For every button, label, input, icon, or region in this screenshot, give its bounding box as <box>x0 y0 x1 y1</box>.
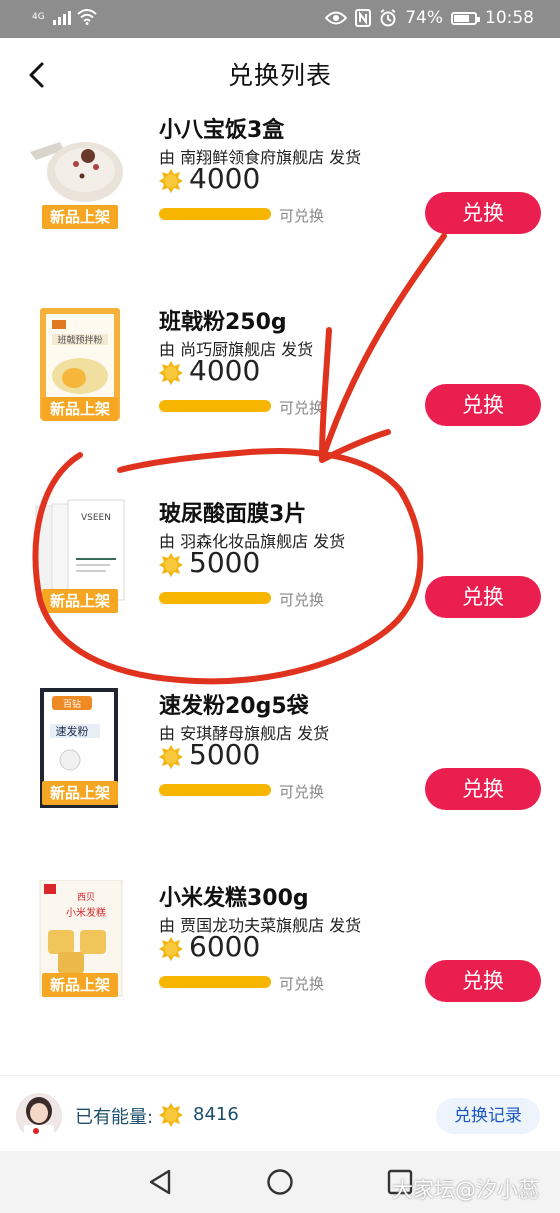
availability-status: 可兑换 <box>279 591 325 609</box>
energy-coin-icon <box>159 937 183 961</box>
eye-icon <box>325 11 348 25</box>
price: 6000 <box>189 930 261 963</box>
wifi-icon <box>77 9 97 25</box>
new-arrival-badge: 新品上架 <box>42 397 118 421</box>
product-name[interactable]: 小米发糕300g <box>159 880 309 912</box>
battery-icon <box>451 11 480 25</box>
product-name[interactable]: 速发粉20g5袋 <box>159 688 309 720</box>
energy-coin-icon <box>159 745 183 769</box>
page-title: 兑换列表 <box>227 61 332 90</box>
nav-back-icon[interactable] <box>145 1167 175 1197</box>
price: 5000 <box>189 546 261 579</box>
exchange-list[interactable]: 新品上架 小八宝饭3盒 由 南翔鲜领食府旗舰店 发货 4000 可兑换 兑换 班… <box>0 110 560 1070</box>
availability-bar <box>159 208 271 220</box>
exchange-button[interactable]: 兑换 <box>425 576 541 618</box>
package-label: 小米发糕 <box>66 906 106 919</box>
exchange-button[interactable]: 兑换 <box>425 384 541 426</box>
product-name[interactable]: 小八宝饭3盒 <box>159 112 284 144</box>
energy-bar: 已有能量: 8416 兑换记录 <box>0 1075 560 1152</box>
network-type: 4G <box>32 11 45 22</box>
avatar[interactable] <box>16 1093 62 1139</box>
product-name[interactable]: 班戟粉250g <box>159 304 287 336</box>
alarm-icon <box>380 9 396 27</box>
product-name[interactable]: 玻尿酸面膜3片 <box>159 496 306 528</box>
energy-label: 已有能量: <box>75 1107 154 1128</box>
list-item: 新品上架 小八宝饭3盒 由 南翔鲜领食府旗舰店 发货 4000 可兑换 兑换 <box>0 112 560 292</box>
new-arrival-badge: 新品上架 <box>42 205 118 229</box>
exchange-button[interactable]: 兑换 <box>425 960 541 1002</box>
watermark: 大家坛@汐小蕊 <box>392 1178 539 1202</box>
nav-home-icon[interactable] <box>265 1167 295 1197</box>
header: 兑换列表 <box>0 38 560 110</box>
package-label: 班戟预拌粉 <box>57 334 102 346</box>
status-bar: 4G 74% 10:58 <box>0 0 560 38</box>
new-arrival-badge: 新品上架 <box>42 589 118 613</box>
availability-bar <box>159 400 271 412</box>
energy-value: 8416 <box>193 1104 239 1125</box>
new-arrival-badge: 新品上架 <box>42 781 118 805</box>
brand-label: 百钻 <box>63 698 81 710</box>
price: 4000 <box>189 162 261 195</box>
energy-coin-icon <box>159 361 183 385</box>
list-item: 班戟预拌粉 新品上架 班戟粉250g 由 尚巧厨旗舰店 发货 4000 可兑换 … <box>0 304 560 484</box>
new-arrival-badge: 新品上架 <box>42 973 118 997</box>
exchange-records-button[interactable]: 兑换记录 <box>436 1098 540 1134</box>
nfc-icon <box>355 9 372 27</box>
exchange-button[interactable]: 兑换 <box>425 768 541 810</box>
exchange-button[interactable]: 兑换 <box>425 192 541 234</box>
availability-status: 可兑换 <box>279 783 325 801</box>
signal-icon <box>52 9 71 25</box>
list-item: 西贝 小米发糕 新品上架 小米发糕300g 由 贾国龙功夫菜旗舰店 发货 600… <box>0 880 560 1060</box>
price: 5000 <box>189 738 261 771</box>
brand-label: 西贝 <box>77 892 95 903</box>
clock: 10:58 <box>485 8 534 28</box>
package-label: VSEEN <box>81 513 111 523</box>
availability-status: 可兑换 <box>279 975 325 993</box>
energy-coin-icon <box>159 1103 183 1127</box>
availability-bar <box>159 976 271 988</box>
list-item: 百钻 速发粉 新品上架 速发粉20g5袋 由 安琪酵母旗舰店 发货 5000 可… <box>0 688 560 868</box>
availability-status: 可兑换 <box>279 399 325 417</box>
energy-coin-icon <box>159 553 183 577</box>
battery-percent: 74% <box>405 8 443 28</box>
energy-coin-icon <box>159 169 183 193</box>
price: 4000 <box>189 354 261 387</box>
package-label: 速发粉 <box>56 724 89 738</box>
list-item: VSEEN 新品上架 玻尿酸面膜3片 由 羽森化妆品旗舰店 发货 5000 可兑… <box>0 496 560 676</box>
availability-bar <box>159 592 271 604</box>
availability-bar <box>159 784 271 796</box>
availability-status: 可兑换 <box>279 207 325 225</box>
